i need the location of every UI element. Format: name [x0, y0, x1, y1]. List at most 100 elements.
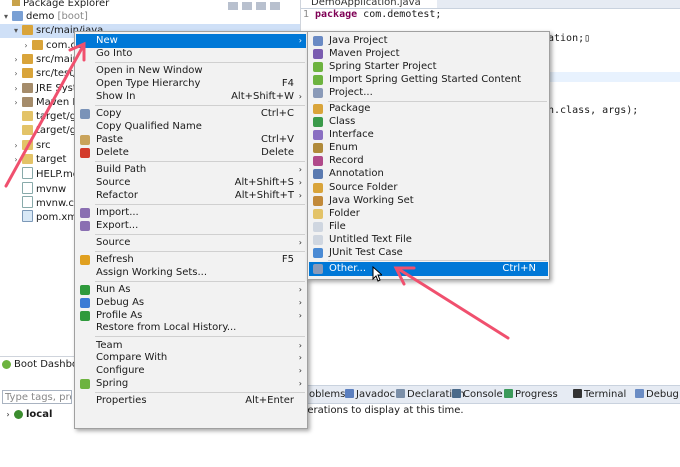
package-explorer-icon	[12, 0, 20, 6]
console-icon	[452, 389, 461, 398]
new-submenu-item-junit-test-case[interactable]: JUnit Test Case	[309, 246, 548, 260]
context-menu-item-refactor[interactable]: Refactor Alt+Shift+T ›	[76, 189, 306, 203]
context-menu-item-build-path[interactable]: Build Path ›	[76, 163, 306, 177]
code-line[interactable]: n.class, args);	[548, 104, 638, 118]
context-menu-item-import[interactable]: Import...	[76, 206, 306, 220]
menu-item-label: Annotation	[329, 168, 384, 180]
context-menu-item-assign-working-sets[interactable]: Assign Working Sets...	[76, 266, 306, 280]
new-submenu-item-class[interactable]: Class	[309, 115, 548, 129]
new-submenu-item-record[interactable]: Record	[309, 154, 548, 168]
code-line[interactable]: ation;▯	[548, 32, 590, 46]
expanded-chevron-icon[interactable]: ▾	[12, 24, 20, 38]
new-submenu-item-source-folder[interactable]: Source Folder	[309, 181, 548, 195]
new-submenu-item-maven-project[interactable]: Maven Project	[309, 47, 548, 61]
context-menu-item-new[interactable]: New ›	[76, 34, 306, 48]
folder-icon	[22, 111, 33, 122]
new-submenu-item-package[interactable]: Package	[309, 102, 548, 116]
context-menu-item-source[interactable]: Source ›	[76, 236, 306, 250]
menu-item-shortcut: F5	[281, 253, 294, 265]
expanded-chevron-icon[interactable]: ▾	[2, 10, 10, 24]
context-menu-item-configure[interactable]: Configure ›	[76, 364, 306, 378]
new-submenu-item-spring-starter-project[interactable]: Spring Starter Project	[309, 60, 548, 74]
new-submenu-item-other[interactable]: Other... Ctrl+N	[309, 261, 548, 276]
submenu-arrow-icon: ›	[298, 297, 302, 307]
collapsed-chevron-icon[interactable]: ›	[22, 39, 30, 53]
context-menu-item-show-in[interactable]: Show In Alt+Shift+W ›	[76, 90, 306, 104]
menu-separator	[95, 160, 305, 162]
submenu-arrow-icon: ›	[298, 284, 302, 294]
context-menu-item-restore-from-local-history[interactable]: Restore from Local History...	[76, 321, 306, 335]
collapsed-chevron-icon[interactable]: ›	[12, 53, 20, 67]
context-menu-item-export[interactable]: Export...	[76, 219, 306, 233]
link-editor-icon[interactable]	[242, 2, 252, 10]
menu-separator	[95, 250, 305, 252]
menu-item-label: Java Project	[329, 35, 388, 46]
editor-tab[interactable]: DemoApplication.java	[301, 0, 437, 8]
collapsed-chevron-icon[interactable]: ›	[12, 139, 20, 153]
view-menu-icon[interactable]	[256, 2, 266, 10]
new-submenu-item-untitled-text-file[interactable]: Untitled Text File	[309, 233, 548, 247]
maven-project-icon	[313, 49, 323, 60]
new-submenu-item-annotation[interactable]: Annotation	[309, 167, 548, 181]
minimize-icon[interactable]	[270, 2, 280, 10]
project-wizard-icon	[313, 88, 323, 99]
project-icon	[12, 11, 23, 21]
context-menu-item-paste[interactable]: Paste Ctrl+V	[76, 133, 306, 147]
context-menu-item-source[interactable]: Source Alt+Shift+S ›	[76, 176, 306, 190]
profile-icon	[80, 310, 90, 321]
code-line[interactable]: 1 package com.demotest;	[301, 8, 441, 22]
class-icon	[313, 117, 323, 127]
new-submenu-item-file[interactable]: File	[309, 220, 548, 234]
interface-icon	[313, 130, 323, 141]
new-submenu-item-folder[interactable]: Folder	[309, 207, 548, 221]
package-explorer-tab[interactable]: Package Explorer	[0, 0, 132, 9]
new-submenu-item-enum[interactable]: Enum	[309, 141, 548, 155]
collapsed-chevron-icon[interactable]: ›	[12, 67, 20, 81]
tab-oblems[interactable]: oblems	[309, 386, 345, 403]
context-menu-item-compare-with[interactable]: Compare With ›	[76, 351, 306, 365]
collapse-all-icon[interactable]	[228, 2, 238, 10]
new-submenu-item-import-spring-getting-started-content[interactable]: Import Spring Getting Started Content	[309, 73, 548, 87]
tab-javadoc[interactable]: Javadoc	[345, 386, 395, 403]
menu-item-label: Show In	[96, 90, 136, 102]
boot-dashboard-tab[interactable]: Boot Dashboa	[0, 357, 84, 373]
context-menu-item-properties[interactable]: Properties Alt+Enter	[76, 394, 306, 408]
working-set-icon	[313, 195, 323, 206]
copy-icon	[80, 108, 90, 119]
context-menu-item-open-type-hierarchy[interactable]: Open Type Hierarchy F4	[76, 77, 306, 91]
context-menu-item-delete[interactable]: Delete Delete	[76, 146, 306, 160]
context-menu-item-refresh[interactable]: Refresh F5	[76, 253, 306, 267]
new-submenu-item-java-project[interactable]: Java Project	[309, 34, 548, 48]
menu-item-shortcut: Alt+Shift+T	[234, 189, 294, 201]
context-menu-item-team[interactable]: Team ›	[76, 339, 306, 353]
context-menu-item-debug-as[interactable]: Debug As ›	[76, 296, 306, 310]
package-folder-icon	[22, 53, 33, 64]
menu-item-label: Source	[96, 236, 131, 248]
new-submenu-item-java-working-set[interactable]: Java Working Set	[309, 194, 548, 208]
tab-terminal[interactable]: Terminal	[573, 386, 626, 403]
new-submenu-item-project[interactable]: Project...	[309, 86, 548, 100]
collapsed-chevron-icon[interactable]: ›	[12, 153, 20, 167]
context-menu-item-profile-as[interactable]: Profile As ›	[76, 309, 306, 323]
menu-item-label: Export...	[96, 219, 139, 231]
expand-chevron-icon[interactable]: ›	[4, 407, 12, 423]
context-menu-item-copy-qualified-name[interactable]: Copy Qualified Name	[76, 120, 306, 134]
context-menu-item-spring[interactable]: Spring ›	[76, 377, 306, 391]
context-menu-item-run-as[interactable]: Run As ›	[76, 283, 306, 297]
new-submenu-item-interface[interactable]: Interface	[309, 128, 548, 142]
menu-item-shortcut: Ctrl+V	[260, 133, 294, 145]
menu-item-label: Go Into	[96, 47, 133, 59]
menu-item-label: Copy	[96, 107, 122, 119]
local-target-item[interactable]: › local	[4, 407, 52, 423]
collapsed-chevron-icon[interactable]: ›	[12, 82, 20, 96]
tab-progress[interactable]: Progress	[504, 386, 558, 403]
menu-item-label: JUnit Test Case	[329, 247, 403, 258]
tab-debug[interactable]: Debug	[635, 386, 679, 403]
context-menu-item-go-into[interactable]: Go Into	[76, 47, 306, 61]
tab-console[interactable]: Console	[452, 386, 503, 403]
context-menu-item-open-in-new-window[interactable]: Open in New Window	[76, 64, 306, 78]
boot-dashboard-filter-input[interactable]: Type tags, proje	[2, 390, 72, 404]
collapsed-chevron-icon[interactable]: ›	[12, 96, 20, 110]
context-menu-item-copy[interactable]: Copy Ctrl+C	[76, 107, 306, 121]
tree-item[interactable]: ▾ demo [boot]	[0, 10, 300, 24]
